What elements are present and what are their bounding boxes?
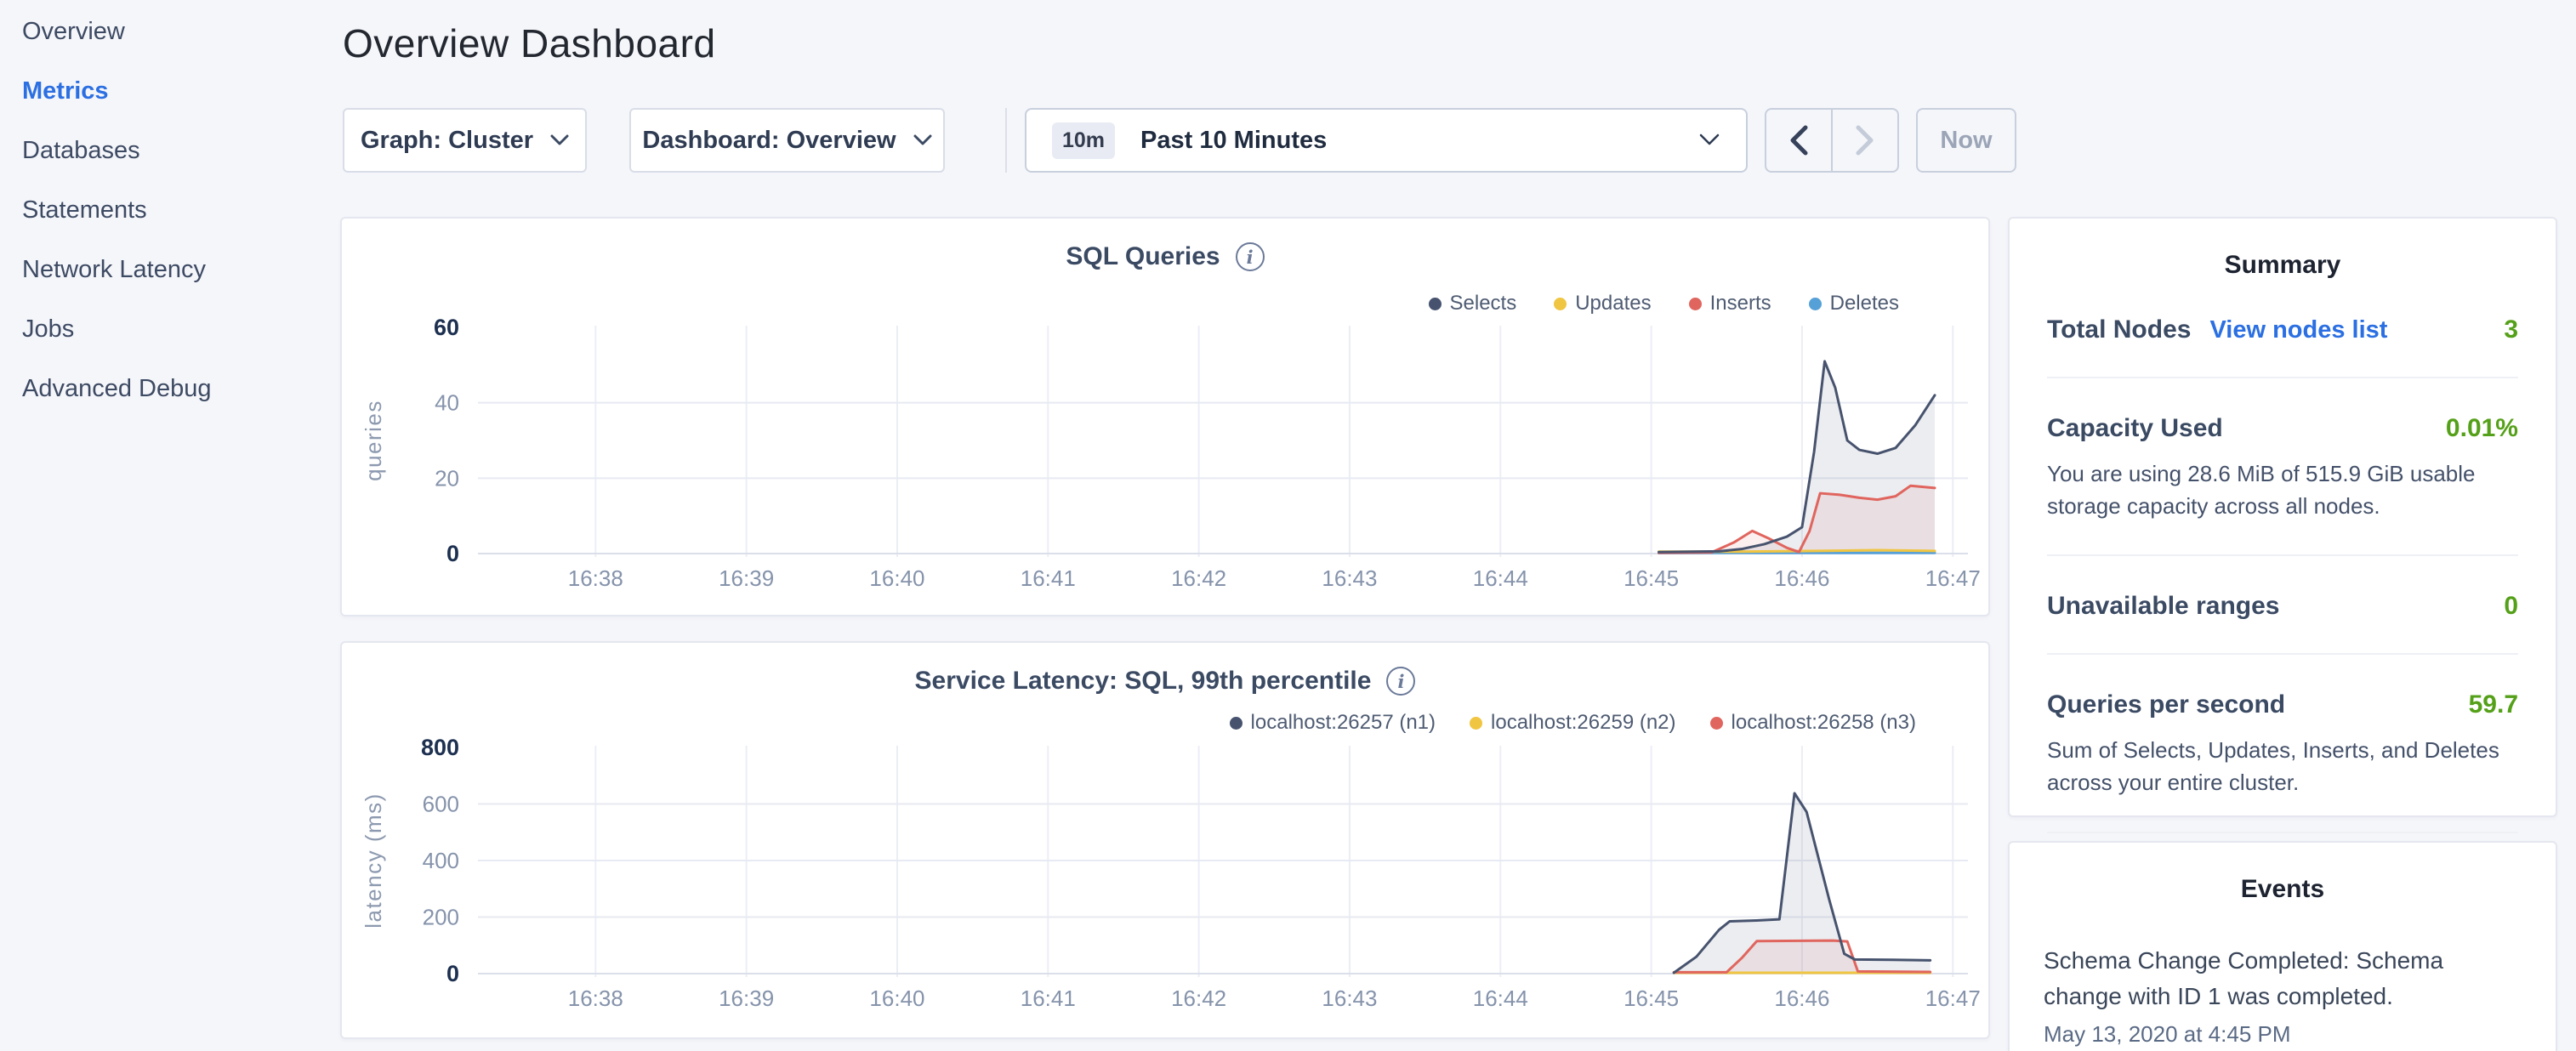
- summary-row-label: Capacity Used: [2047, 414, 2223, 443]
- time-step-buttons: [1765, 108, 1899, 173]
- sidebar-item-statements[interactable]: Statements: [0, 180, 340, 240]
- x-tick-label: 16:42: [1171, 565, 1226, 591]
- x-tick-label: 16:45: [1624, 986, 1679, 1011]
- page-title: Overview Dashboard: [343, 20, 716, 66]
- prev-time-button[interactable]: [1766, 110, 1831, 171]
- summary-row-label: Queries per second: [2047, 690, 2285, 719]
- x-tick-label: 16:47: [1925, 986, 1981, 1011]
- x-tick-label: 16:42: [1171, 986, 1226, 1011]
- time-window-badge: 10m: [1052, 122, 1115, 159]
- x-tick-label: 16:38: [568, 986, 623, 1011]
- x-tick-label: 16:44: [1473, 565, 1528, 591]
- summary-panel: Summary Total Nodes View nodes list 3 Capac…: [2008, 217, 2557, 817]
- events-title: Events: [2044, 875, 2522, 904]
- summary-row-queries-per-second: Queries per second 59.7 Sum of Selects, Up…: [2047, 690, 2518, 798]
- summary-rows: Total Nodes View nodes list 3 Capacity Used…: [2047, 315, 2518, 898]
- summary-row-description: Sum of Selects, Updates, Inserts, and De…: [2047, 735, 2518, 798]
- summary-row-value: 0: [2504, 592, 2518, 621]
- x-tick-label: 16:43: [1322, 565, 1377, 591]
- y-tick-label: 600: [423, 792, 459, 817]
- y-axis-title: latency (ms): [361, 793, 386, 929]
- sidebar-item-network-latency[interactable]: Network Latency: [0, 240, 340, 299]
- chevron-down-icon: [1698, 134, 1720, 147]
- chevron-down-icon: [913, 134, 932, 146]
- summary-title: Summary: [2047, 251, 2518, 280]
- y-tick-label: 60: [434, 315, 459, 340]
- summary-row-label: Total Nodes: [2047, 315, 2191, 344]
- chevron-down-icon: [550, 134, 569, 146]
- summary-row-total-nodes: Total Nodes View nodes list 3: [2047, 315, 2518, 344]
- summary-row-description: You are using 28.6 MiB of 515.9 GiB usab…: [2047, 458, 2518, 522]
- series-fill-localhost-26257-n1: [1674, 793, 1930, 974]
- app-root: OverviewMetricsDatabasesStatementsNetwor…: [0, 0, 2576, 1051]
- y-tick-label: 40: [435, 390, 459, 416]
- x-tick-label: 16:41: [1021, 565, 1076, 591]
- x-tick-label: 16:38: [568, 565, 623, 591]
- summary-divider: [2047, 832, 2518, 833]
- y-tick-label: 400: [423, 848, 459, 873]
- summary-divider: [2047, 377, 2518, 378]
- x-tick-label: 16:40: [869, 565, 924, 591]
- x-tick-label: 16:43: [1322, 986, 1377, 1011]
- next-time-button[interactable]: [1831, 110, 1897, 171]
- view-nodes-list-link[interactable]: View nodes list: [2209, 316, 2387, 344]
- summary-row-unavailable-ranges: Unavailable ranges 0: [2047, 592, 2518, 621]
- summary-divider: [2047, 653, 2518, 655]
- y-axis-title: queries: [361, 400, 386, 481]
- chevron-right-icon: [1854, 124, 1876, 156]
- chart-plot-area: 16:38 16:39 16:40 16:41 16:42 16:43 16:44 16:45…: [342, 304, 1992, 605]
- summary-row-value: 59.7: [2469, 690, 2518, 719]
- sidebar-item-jobs[interactable]: Jobs: [0, 299, 340, 359]
- events-list: Schema Change Completed: Schema change w…: [2044, 943, 2522, 1048]
- sidebar-item-metrics[interactable]: Metrics: [0, 61, 340, 121]
- sidebar: OverviewMetricsDatabasesStatementsNetwor…: [0, 0, 340, 418]
- events-panel: Events Schema Change Completed: Schema c…: [2008, 841, 2557, 1051]
- dashboard-dropdown[interactable]: Dashboard: Overview: [629, 108, 945, 173]
- y-tick-label: 800: [421, 735, 459, 760]
- toolbar-divider: [1005, 108, 1007, 173]
- chevron-left-icon: [1788, 124, 1810, 156]
- y-tick-label: 20: [435, 465, 459, 491]
- sidebar-item-databases[interactable]: Databases: [0, 121, 340, 180]
- x-tick-label: 16:40: [869, 986, 924, 1011]
- sidebar-item-advanced-debug[interactable]: Advanced Debug: [0, 359, 340, 418]
- series-fill-selects: [1658, 361, 1935, 554]
- y-tick-label: 200: [423, 905, 459, 930]
- info-icon[interactable]: i: [1386, 667, 1415, 696]
- summary-divider: [2047, 554, 2518, 556]
- graph-dropdown[interactable]: Graph: Cluster: [343, 108, 587, 173]
- y-tick-label: 0: [446, 541, 459, 566]
- service-latency-chart-card: Service Latency: SQL, 99th percentile i …: [340, 641, 1990, 1039]
- x-tick-label: 16:39: [719, 565, 774, 591]
- summary-row-label: Unavailable ranges: [2047, 592, 2279, 621]
- chart-plot-area: 16:38 16:39 16:40 16:41 16:42 16:43 16:44 16:45…: [342, 724, 1992, 1025]
- graph-dropdown-label: Graph: Cluster: [361, 127, 533, 155]
- time-window-label: Past 10 Minutes: [1140, 127, 1327, 155]
- x-tick-label: 16:44: [1473, 986, 1528, 1011]
- summary-row-value: 3: [2504, 315, 2518, 344]
- sql-queries-chart-card: SQL Queries i SelectsUpdatesInsertsDelet…: [340, 217, 1990, 616]
- summary-row-value: 0.01%: [2446, 414, 2518, 443]
- chart-title: Service Latency: SQL, 99th percentile: [915, 667, 1372, 696]
- chart-title: SQL Queries: [1066, 242, 1220, 271]
- x-tick-label: 16:46: [1774, 986, 1829, 1011]
- x-tick-label: 16:45: [1624, 565, 1679, 591]
- x-tick-label: 16:46: [1774, 565, 1829, 591]
- now-button[interactable]: Now: [1916, 108, 2016, 173]
- x-tick-label: 16:39: [719, 986, 774, 1011]
- info-icon[interactable]: i: [1236, 242, 1265, 271]
- event-timestamp: May 13, 2020 at 4:45 PM: [2044, 1021, 2522, 1048]
- dashboard-dropdown-label: Dashboard: Overview: [642, 127, 896, 155]
- chart-canvas: 16:38 16:39 16:40 16:41 16:42 16:43 16:44 16:45…: [342, 304, 1992, 601]
- time-range-dropdown[interactable]: 10m Past 10 Minutes: [1025, 108, 1748, 173]
- summary-row-capacity-used: Capacity Used 0.01% You are using 28.6 MiB…: [2047, 414, 2518, 522]
- chart-canvas: 16:38 16:39 16:40 16:41 16:42 16:43 16:44 16:45…: [342, 724, 1992, 1021]
- x-tick-label: 16:47: [1925, 565, 1981, 591]
- event-message[interactable]: Schema Change Completed: Schema change w…: [2044, 943, 2522, 1014]
- x-tick-label: 16:41: [1021, 986, 1076, 1011]
- sidebar-item-overview[interactable]: Overview: [0, 2, 340, 61]
- y-tick-label: 0: [446, 961, 459, 986]
